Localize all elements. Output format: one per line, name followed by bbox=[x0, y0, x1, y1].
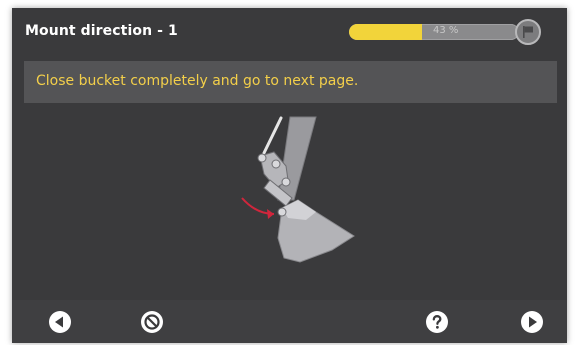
arrow-left-icon bbox=[49, 311, 71, 333]
next-button[interactable] bbox=[520, 310, 544, 334]
help-button[interactable] bbox=[425, 310, 449, 334]
finish-button[interactable] bbox=[515, 19, 541, 45]
progress-bar: 43 % bbox=[349, 24, 519, 40]
app-window: Mount direction - 1 43 % Close bucket co… bbox=[12, 8, 567, 343]
header: Mount direction - 1 43 % bbox=[12, 8, 567, 58]
instruction-text: Close bucket completely and go to next p… bbox=[36, 73, 359, 89]
progress-fill bbox=[349, 24, 423, 40]
bottom-toolbar bbox=[12, 300, 567, 343]
cancel-icon bbox=[141, 311, 163, 333]
flag-icon bbox=[523, 26, 533, 38]
instruction-banner: Close bucket completely and go to next p… bbox=[24, 61, 557, 103]
excavator-bucket-close-illustration bbox=[212, 108, 372, 268]
arrow-right-icon bbox=[521, 311, 543, 333]
progress-label: 43 % bbox=[433, 25, 459, 36]
back-button[interactable] bbox=[48, 310, 72, 334]
question-icon bbox=[426, 311, 448, 333]
page-title: Mount direction - 1 bbox=[25, 23, 178, 39]
cancel-button[interactable] bbox=[140, 310, 164, 334]
